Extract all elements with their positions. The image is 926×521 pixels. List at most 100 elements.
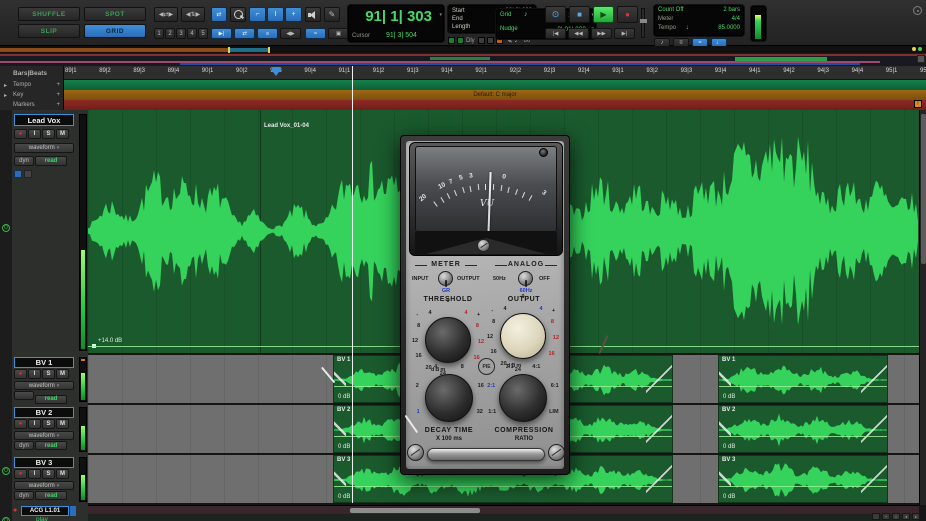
track-name-lead-vox[interactable]: Lead Vox <box>14 114 74 126</box>
track-name-bv2[interactable]: BV 2 <box>14 407 74 418</box>
track-type-icon-lead[interactable]: O <box>2 224 10 232</box>
vertical-scroll-thumb[interactable] <box>921 114 926 264</box>
record-enable-button[interactable]: ● <box>14 469 27 479</box>
insertion-follows-playback-button[interactable]: ◀▶ <box>280 28 301 39</box>
bv2-clip-b[interactable]: BV 2 0 dB <box>718 405 888 453</box>
fast-forward-button[interactable]: ▶▶ <box>591 28 612 39</box>
output-knob[interactable] <box>500 313 546 359</box>
pencil-tool-button[interactable]: ✎ <box>324 7 340 22</box>
grabber-tool-button[interactable]: + <box>285 7 302 22</box>
key-ruler-label[interactable]: ▸Key+ <box>0 90 64 100</box>
input-monitor-button[interactable]: I <box>28 419 41 429</box>
user-icon[interactable] <box>24 170 32 178</box>
dyn-button[interactable]: dyn <box>14 156 34 166</box>
toolbar-expand-icon[interactable] <box>913 6 922 15</box>
solo-button[interactable]: S <box>42 129 55 139</box>
scrubber-tool-button[interactable] <box>305 7 321 22</box>
solo-button[interactable]: S <box>42 469 55 479</box>
markers-ruler-label[interactable]: Markers+ <box>0 100 64 110</box>
input-monitor-button[interactable]: I <box>28 369 41 379</box>
track-name-acg[interactable]: ACG L1.01 <box>21 506 69 516</box>
track-view-selector[interactable]: waveform▾ <box>14 431 74 440</box>
warning-icon[interactable]: ! <box>914 100 922 108</box>
fade-out[interactable] <box>646 406 672 452</box>
main-counter[interactable]: 91| 1| 303 ▾ Cursor 91| 3| 504 <box>348 5 444 42</box>
bars-beats-ruler[interactable]: 89|189|289|389|490|190|290|390|491|191|2… <box>64 66 926 80</box>
bv1-clip-b[interactable]: BV 1 0 dB <box>718 355 888 403</box>
acg-track-lane[interactable] <box>88 514 919 521</box>
dyn-button[interactable] <box>14 391 34 400</box>
transport-fader-handle[interactable] <box>640 19 647 23</box>
zoom-preset-4[interactable]: 4 <box>187 28 197 39</box>
stop-button[interactable]: ■ <box>569 6 590 23</box>
timebase-icon[interactable] <box>448 37 455 44</box>
add-key-icon[interactable]: + <box>56 92 60 98</box>
fade-out[interactable] <box>861 356 887 402</box>
solo-button[interactable]: S <box>42 419 55 429</box>
record-enable-button[interactable]: ● <box>13 507 17 514</box>
vertical-scrollbar[interactable] <box>919 110 926 505</box>
zoom-preset-2[interactable]: 2 <box>165 28 175 39</box>
bv3-clip-b[interactable]: BV 3 0 dB <box>718 455 888 503</box>
universe-view[interactable] <box>0 53 926 66</box>
mute-button[interactable]: M <box>56 469 69 479</box>
tempo-ruler[interactable] <box>64 80 926 90</box>
online-button[interactable]: ⊙ <box>545 6 566 23</box>
link-track-selection-button[interactable]: ≡ <box>257 28 278 39</box>
fade-out[interactable] <box>646 456 672 502</box>
tempo-ruler-label[interactable]: ▸Tempo+ <box>0 80 64 90</box>
volume-automation-line[interactable] <box>334 486 672 487</box>
fade-out[interactable] <box>646 356 672 402</box>
zoomer-tool-button[interactable] <box>230 7 246 22</box>
mode-spot-button[interactable]: SPOT <box>84 7 146 21</box>
horizontal-scrollbar[interactable] <box>88 505 919 514</box>
freeze-icon[interactable] <box>14 170 22 178</box>
track-type-icon-bv2[interactable]: O <box>2 517 10 521</box>
trim-tool-button[interactable]: ⌐ <box>249 7 266 22</box>
track-name-bv3[interactable]: BV 3 <box>14 457 74 468</box>
input-monitor-button[interactable]: I <box>28 469 41 479</box>
automation-mode-button[interactable]: read <box>35 441 67 450</box>
mode-slip-button[interactable]: SLIP <box>18 24 80 38</box>
zoom-fit-button[interactable]: = <box>892 513 900 520</box>
dyn-button[interactable]: dyn <box>14 441 34 450</box>
mute-button[interactable]: M <box>56 419 69 429</box>
counter-dropdown-icon[interactable]: ▾ <box>439 12 442 18</box>
playhead-marker[interactable] <box>272 67 281 77</box>
track-name-bv1[interactable]: BV 1 <box>14 357 74 368</box>
mode-shuffle-button[interactable]: SHUFFLE <box>18 7 80 21</box>
rewind-button[interactable]: ◀◀ <box>568 28 589 39</box>
session-panel[interactable]: Count Off 2 bars Meter 4/4 Tempo ♩ 85.00… <box>654 5 744 36</box>
volume-automation-line[interactable] <box>719 436 887 437</box>
clip-effects-icon[interactable] <box>487 37 494 44</box>
mute-button[interactable]: M <box>56 369 69 379</box>
markers-ruler[interactable] <box>64 100 926 110</box>
compression-ratio-knob[interactable] <box>499 374 547 422</box>
volume-automation-line[interactable] <box>719 386 887 387</box>
record-button[interactable]: ● <box>617 6 638 23</box>
play-button[interactable]: ▶ <box>593 6 614 23</box>
zoom-in-button[interactable]: + <box>882 513 890 520</box>
threshold-knob[interactable] <box>425 317 471 363</box>
go-to-end-button[interactable]: ▶| <box>614 28 635 39</box>
elastic-audio-icon[interactable] <box>478 37 485 44</box>
zoom-out-button[interactable]: - <box>872 513 880 520</box>
track-type-icon-bv1[interactable]: O <box>2 467 10 475</box>
timeline-selection-strip[interactable] <box>0 46 926 53</box>
horizontal-zoom-buttons[interactable]: ◀⇄▶ <box>154 7 178 22</box>
track-compensation-icon[interactable] <box>457 37 464 44</box>
zoom-preset-5[interactable]: 5 <box>198 28 208 39</box>
zoom-toggle-button[interactable]: ⇄ <box>211 7 227 22</box>
meter-switch[interactable] <box>438 271 453 286</box>
solo-button[interactable]: S <box>42 369 55 379</box>
automation-mode-button[interactable]: read <box>35 491 67 500</box>
automation-mode-button[interactable]: read <box>35 156 67 166</box>
mirrored-midi-button[interactable]: ≈ <box>305 28 326 39</box>
record-enable-button[interactable]: ● <box>14 419 27 429</box>
volume-automation-line[interactable] <box>719 486 887 487</box>
link-timeline-selection-button[interactable]: ⇄ <box>234 28 255 39</box>
analog-switch[interactable] <box>518 271 533 286</box>
add-marker-icon[interactable]: + <box>56 102 60 108</box>
pie-compressor-plugin-window[interactable]: VU 201075303 METER ANALOG INPUT OUTPUT G… <box>400 135 570 475</box>
transport-fader[interactable] <box>641 8 645 38</box>
